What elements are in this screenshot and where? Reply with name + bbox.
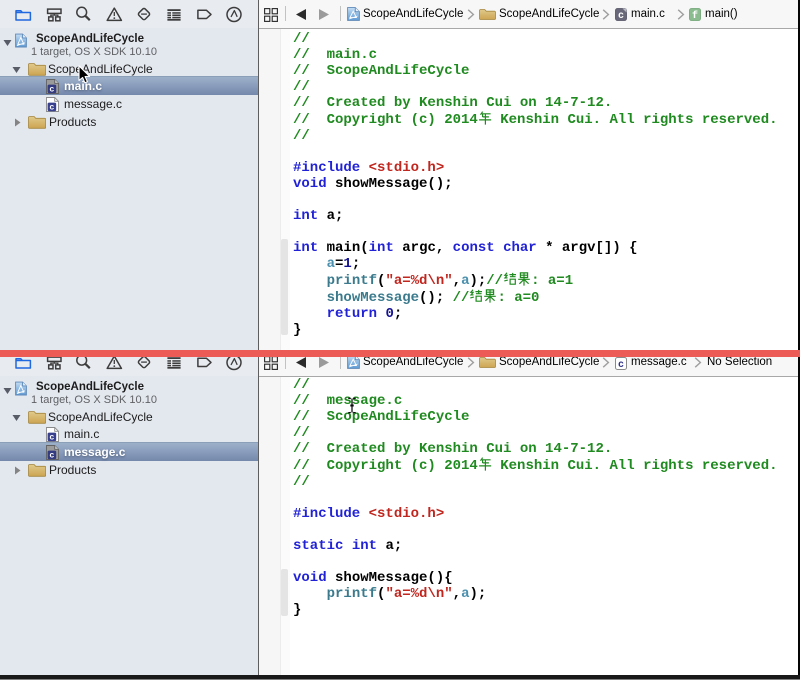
svg-text:f: f bbox=[692, 10, 698, 21]
svg-text:c: c bbox=[618, 11, 624, 21]
svg-text:c: c bbox=[618, 360, 624, 370]
svg-text:c: c bbox=[49, 85, 54, 94]
svg-text:c: c bbox=[49, 103, 54, 112]
svg-text:c: c bbox=[49, 433, 54, 442]
svg-text:c: c bbox=[49, 451, 54, 460]
